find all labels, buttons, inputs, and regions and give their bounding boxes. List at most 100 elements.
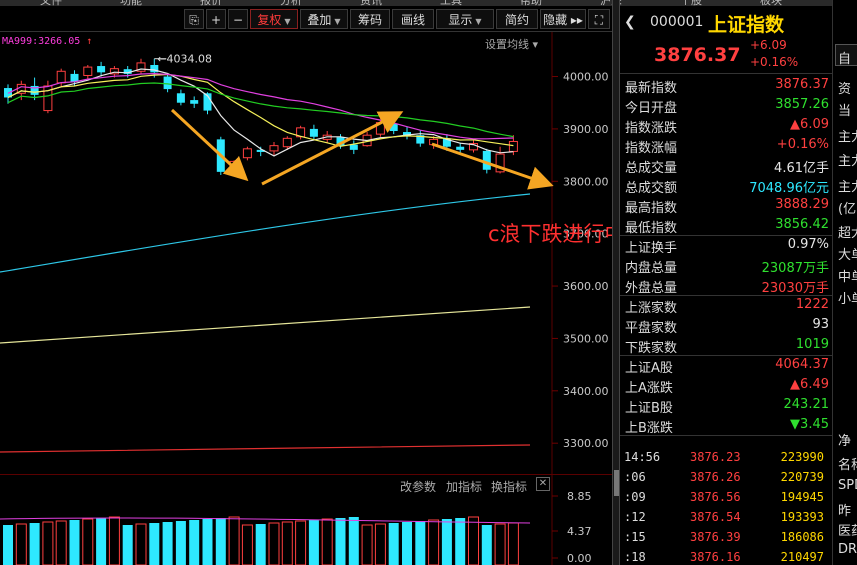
splitter-grip-icon[interactable] <box>614 470 619 496</box>
ma20-magenta-line <box>7 72 514 140</box>
quote-row-label: 总成交量 <box>625 161 678 176</box>
volume-bar-up <box>321 518 333 565</box>
quote-row-value: 0.97% <box>787 237 829 252</box>
quote-row-value: 7048.96亿元 <box>749 181 829 196</box>
quote-row-label: 最低指数 <box>625 221 678 236</box>
volume-bar-up <box>295 520 307 565</box>
volume-bar-up <box>281 521 293 565</box>
far-panel-label: 主力 <box>838 180 857 195</box>
volume-bar-up <box>374 523 386 565</box>
quote-row-value: 4064.37 <box>775 357 829 372</box>
volume-bar-up <box>135 523 147 565</box>
tick-price: 3876.39 <box>690 530 741 544</box>
display-button[interactable]: 显示 ▼ <box>436 9 494 29</box>
far-panel-label: 自 <box>838 52 852 67</box>
toolbar-button-label: 显示 <box>448 13 473 27</box>
far-panel-label: 净 <box>838 434 852 449</box>
close-icon[interactable]: ✕ <box>536 477 550 491</box>
quote-row-value: 3857.26 <box>775 97 829 112</box>
quote-row-label: 最新指数 <box>625 81 678 96</box>
chevron-down-icon: ▼ <box>334 17 341 26</box>
tick-price: 3876.56 <box>690 490 741 504</box>
quote-row: 下跌家数 1019 <box>620 336 832 356</box>
quote-row-value: 3876.37 <box>775 77 829 92</box>
prev-arrow-icon[interactable]: ❮ <box>624 14 636 30</box>
quote-row-label: 总成交额 <box>625 181 678 196</box>
quote-row-label: 平盘家数 <box>625 321 678 336</box>
current-price: 3876.37 <box>654 44 741 66</box>
switch-indicator-button[interactable]: 换指标 <box>491 478 527 495</box>
quote-row-label: 今日开盘 <box>625 101 678 116</box>
volume-bar-up <box>507 522 519 565</box>
volume-bar-up <box>428 519 440 565</box>
volume-bar-down <box>215 518 226 565</box>
far-panel-label: SPD <box>838 478 857 493</box>
tick-time: :12 <box>624 510 646 524</box>
volume-bar-down <box>96 518 107 565</box>
fuquan-button[interactable]: 复权 ▼ <box>250 9 298 29</box>
quote-row: 上涨家数 1222 <box>620 296 832 316</box>
quote-header: ❮ 000001 上证指数 3876.37 +6.09 +0.16% <box>620 6 832 74</box>
tick-price: 3876.26 <box>690 470 741 484</box>
quote-row-value: ▲6.09 <box>790 117 829 132</box>
quote-row-label: 上证B股 <box>625 401 673 416</box>
quote-row: 平盘家数 93 <box>620 316 832 336</box>
volume-bar-down <box>175 521 186 565</box>
far-panel-label: 中单 <box>838 270 857 285</box>
far-panel-label: 大单 <box>838 248 857 263</box>
volume-bar-up <box>228 516 240 565</box>
candle-body-down <box>482 150 491 170</box>
tick-time: :06 <box>624 470 646 484</box>
toolbar-button-label: − <box>232 13 244 27</box>
quote-row-value: 23087万手 <box>761 261 829 276</box>
chips-button[interactable]: 筹码 <box>350 9 390 29</box>
trend-arrow <box>170 108 249 182</box>
zoom-in-button[interactable]: + <box>206 9 226 29</box>
quote-row-label: 内盘总量 <box>625 261 678 276</box>
overlay-button[interactable]: 叠加 ▼ <box>300 9 348 29</box>
candle-body-down <box>176 93 185 103</box>
draw-line-button[interactable]: 画线 <box>392 9 434 29</box>
index-name: 上证指数 <box>708 14 785 36</box>
chevron-down-icon: ▼ <box>475 17 482 26</box>
volume-bar-down <box>402 522 412 565</box>
tick-volume: 186086 <box>780 530 824 544</box>
toolbar-button-label: ⛶ <box>594 13 604 27</box>
candle-body-down <box>163 76 172 90</box>
simple-button[interactable]: 简约 <box>496 9 538 29</box>
quote-row-value: 1019 <box>795 337 829 352</box>
toolbar-button-label: 筹码 <box>357 13 382 27</box>
app-window: 文件功能报价分析资讯工具帮助沪深个股板块 ⎘+−复权▼叠加▼筹码画线显示▼简约隐… <box>0 0 857 565</box>
far-panel-label: 医药 <box>838 524 857 539</box>
quote-row: 外盘总量 23030万手 <box>620 276 832 296</box>
volume-bar-up <box>494 523 506 565</box>
quote-row-value: ▲6.49 <box>790 377 829 392</box>
far-panel-label: 主力 <box>838 130 857 145</box>
y-tick-label: 3800.00 <box>563 175 609 188</box>
quote-row-label: 上涨家数 <box>625 301 678 316</box>
quote-row: 总成交额 7048.96亿元 <box>620 176 832 196</box>
add-indicator-button[interactable]: 加指标 <box>446 478 482 495</box>
hide-button[interactable]: 隐藏 ▸▸ <box>540 9 586 29</box>
volume-bar-up <box>468 516 479 565</box>
volume-bar-up <box>15 523 27 565</box>
quote-row: 最低指数 3856.42 <box>620 216 832 236</box>
tick-row: 14:56 3876.23 223990 <box>620 448 832 468</box>
fullscreen-button[interactable]: ⛶ <box>588 9 610 29</box>
volume-bar-down <box>415 521 426 565</box>
modify-params-button[interactable]: 改参数 <box>400 478 436 495</box>
y-tick-label: 3900.00 <box>563 123 609 136</box>
quote-row: 上证换手 0.97% <box>620 236 832 256</box>
zoom-out-button[interactable]: − <box>228 9 248 29</box>
quote-row: 最新指数 3876.37 <box>620 76 832 96</box>
volume-bar-down <box>3 525 13 565</box>
toolbar-button-label: 画线 <box>400 13 425 27</box>
far-panel-label: 当 <box>838 104 852 119</box>
volume-bar-down <box>388 523 399 565</box>
panel-splitter[interactable] <box>612 0 620 565</box>
quote-row: 指数涨幅 +0.16% <box>620 136 832 156</box>
lock-icon-button[interactable]: ⎘ <box>184 9 204 29</box>
quote-row-value: 243.21 <box>783 397 830 412</box>
peak-price-label: ←4034.08 <box>157 53 212 66</box>
wave-annotation-text: c浪下跌进行中 <box>488 222 626 246</box>
